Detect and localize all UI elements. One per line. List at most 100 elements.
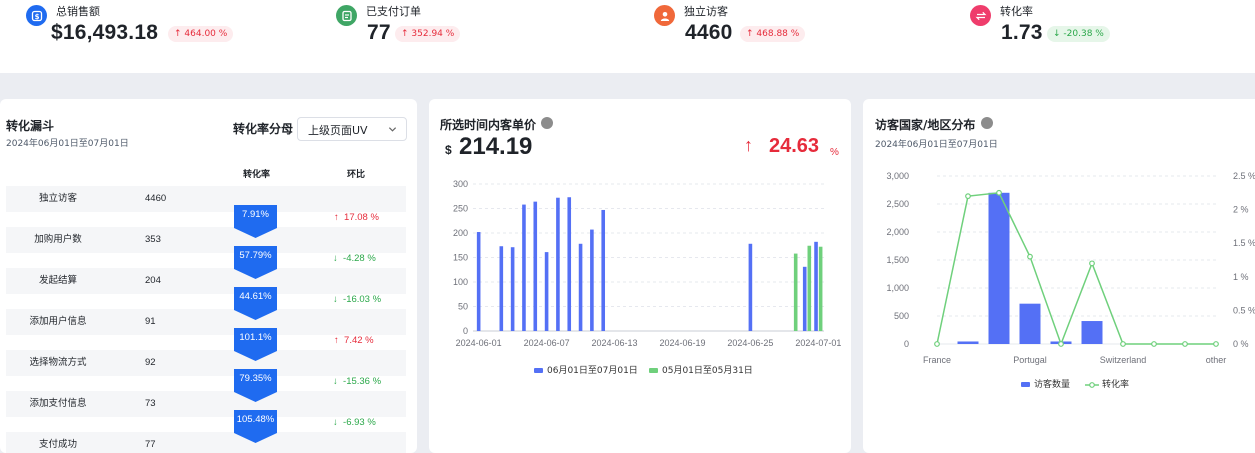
period-ratio: ↑ 7.42 %	[334, 335, 374, 346]
currency-symbol: $	[445, 143, 452, 157]
x-tick-label: 2024-07-01	[795, 338, 841, 348]
y-tick-label: 250	[453, 204, 468, 214]
bar-visitor-count[interactable]	[1019, 303, 1041, 344]
avg-order-value: 214.19	[459, 133, 533, 160]
funnel-step-name: 选择物流方式	[29, 357, 87, 368]
legend-visitor-count[interactable]: 访客数量	[1021, 377, 1070, 390]
funnel-row: 加购用户数 353	[6, 227, 406, 253]
conversion-rate-tag: 79.35%	[234, 369, 277, 402]
line-legend-icon	[1085, 381, 1099, 388]
y-tick-label: 100	[453, 277, 468, 287]
avg-order-value-card: 所选时间内客单价 $ 214.19 ↑ 24.63 % 0 50 100 150 200…	[429, 99, 851, 453]
point-conversion-rate[interactable]	[1213, 341, 1219, 347]
line-conversion-rate	[936, 191, 1216, 347]
funnel-step-value: 73	[145, 398, 156, 409]
funnel-step-value: 4460	[145, 193, 167, 204]
bar-current-period[interactable]	[567, 197, 572, 331]
bar-visitor-count[interactable]	[1081, 321, 1103, 344]
dollar-icon: $	[26, 5, 47, 26]
legend-conversion-rate[interactable]: 转化率	[1085, 377, 1129, 390]
funnel-step-name: 发起结算	[38, 275, 77, 286]
point-conversion-rate[interactable]	[1120, 341, 1126, 347]
chevron-down-icon	[388, 127, 397, 132]
country-date-range: 2024年06月01日至07月01日	[875, 140, 998, 150]
point-conversion-rate[interactable]	[1027, 253, 1033, 260]
legend-previous-period[interactable]: 05月01日至05月31日	[649, 363, 753, 376]
bar-previous-period[interactable]	[818, 246, 823, 331]
bar-current-period[interactable]	[544, 252, 549, 331]
x-tick-label: other	[1206, 355, 1227, 365]
y-left-tick-label: 2,000	[886, 227, 909, 237]
bar-current-period[interactable]	[499, 246, 504, 331]
legend-current-period[interactable]: 06月01日至07月01日	[534, 363, 638, 376]
conversion-rate-value: 44.61%	[239, 291, 272, 302]
y-right-tick-label: 2.5 %	[1233, 171, 1255, 181]
bar-current-period[interactable]	[510, 247, 515, 331]
kpi-change-badge: ↑ 468.88 %	[740, 26, 806, 42]
point-conversion-rate[interactable]	[1089, 260, 1095, 267]
bar-current-period[interactable]	[748, 243, 753, 331]
kpi-label: 已支付订单	[366, 5, 421, 18]
user-icon	[654, 5, 675, 26]
funnel-step-value: 91	[145, 316, 156, 327]
x-tick-label: Switzerland	[1100, 355, 1147, 365]
order-icon	[336, 5, 357, 26]
kpi-value: 4460	[685, 21, 733, 44]
point-conversion-rate[interactable]	[1151, 341, 1157, 347]
avg-order-change-unit: %	[830, 147, 839, 158]
x-tick-label: 2024-06-19	[659, 338, 705, 348]
funnel-step-name: 加购用户数	[34, 234, 82, 245]
avg-order-value-chart: 0 50 100 150 200 250 300 2024-06-01 2024-06-07 20…	[453, 179, 841, 348]
bar-visitor-count[interactable]	[957, 341, 979, 344]
bar-visitor-count[interactable]	[988, 192, 1010, 344]
svg-text:$: $	[34, 13, 39, 21]
bar-current-period[interactable]	[476, 232, 481, 331]
change-up-icon: ↑	[744, 135, 753, 155]
bar-current-period[interactable]	[814, 241, 818, 331]
column-header-ratio: 环比	[347, 170, 366, 180]
funnel-row: 独立访客 4460	[6, 186, 406, 212]
bar-current-period[interactable]	[578, 243, 583, 331]
y-tick-label: 200	[453, 228, 468, 238]
help-icon[interactable]	[981, 117, 993, 129]
point-conversion-rate[interactable]	[996, 189, 1002, 196]
conversion-rate-value: 7.91%	[242, 209, 269, 220]
kpi-label: 总销售额	[56, 5, 100, 18]
period-ratio: ↓ -4.28 %	[333, 253, 376, 264]
point-conversion-rate[interactable]	[1182, 341, 1188, 347]
x-tick-label: Portugal	[1013, 355, 1047, 365]
funnel-step-value: 77	[145, 439, 156, 450]
point-conversion-rate[interactable]	[965, 193, 971, 200]
bar-previous-period[interactable]	[793, 253, 798, 331]
kpi-value: 77	[367, 21, 391, 44]
bar-previous-period[interactable]	[807, 245, 812, 331]
help-icon[interactable]	[541, 117, 553, 129]
bar-current-period[interactable]	[601, 209, 606, 331]
funnel-step-name: 支付成功	[38, 439, 77, 450]
bar-current-period[interactable]	[590, 229, 594, 331]
funnel-step-name: 独立访客	[38, 193, 77, 204]
funnel-step-name: 添加用户信息	[29, 316, 87, 327]
point-conversion-rate[interactable]	[934, 341, 940, 347]
bar-current-period[interactable]	[802, 266, 807, 331]
country-card-title: 访客国家/地区分布	[875, 118, 976, 132]
rate-denominator-select[interactable]: 上级页面UV	[297, 117, 407, 141]
y-tick-label: 150	[453, 253, 468, 263]
kpi-label: 独立访客	[684, 5, 728, 18]
y-left-tick-label: 2,500	[886, 199, 909, 209]
period-ratio: ↓ -15.36 %	[333, 376, 382, 387]
point-conversion-rate[interactable]	[1058, 341, 1064, 347]
column-header-rate: 转化率	[243, 170, 271, 180]
funnel-step-value: 204	[145, 275, 161, 286]
conversion-rate-value: 57.79%	[239, 250, 272, 261]
bar-current-period[interactable]	[556, 197, 560, 331]
conversion-rate-tag: 7.91%	[234, 205, 277, 238]
bar-current-period[interactable]	[533, 201, 538, 331]
kpi-change-badge: ↑ 352.94 %	[395, 26, 461, 42]
y-left-tick-label: 3,000	[886, 171, 909, 181]
bar-current-period[interactable]	[522, 204, 526, 331]
funnel-date-range: 2024年06月01日至07月01日	[6, 139, 129, 149]
conversion-rate-value: 79.35%	[239, 373, 272, 384]
visitor-country-card: 访客国家/地区分布 2024年06月01日至07月01日 0 500 1,000 1,…	[863, 99, 1255, 453]
conversion-rate-tag: 105.48%	[234, 410, 277, 443]
